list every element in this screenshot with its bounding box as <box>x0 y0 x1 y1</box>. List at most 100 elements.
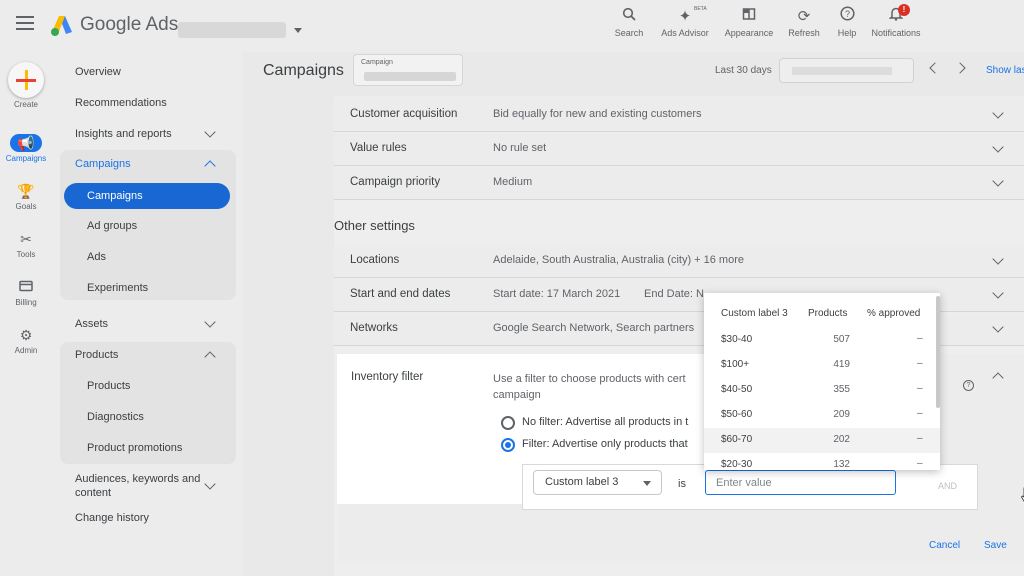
nav-item-audiences[interactable]: Audiences, keywords and content <box>75 472 205 500</box>
inventory-filter-label: Inventory filter <box>351 371 424 383</box>
and-button[interactable]: AND <box>938 481 957 491</box>
megaphone-icon: 📢 <box>10 134 42 152</box>
date-range-picker[interactable] <box>779 58 914 83</box>
dropdown-option[interactable]: $20-30 132 – <box>704 453 940 470</box>
setting-row-value-rules[interactable]: Value rules No rule set <box>334 133 1024 166</box>
dropdown-option[interactable]: $100+ 419 – <box>704 353 940 378</box>
chevron-down-icon[interactable] <box>204 126 216 138</box>
dropdown-option[interactable]: $30-40 507 – <box>704 328 940 353</box>
save-button[interactable]: Save <box>984 540 1007 551</box>
option-label: $60-70 <box>721 434 753 445</box>
chevron-left-icon[interactable] <box>929 62 941 74</box>
account-caret-icon[interactable] <box>294 28 302 33</box>
rail-item-admin[interactable]: ⚙ Admin <box>0 326 52 355</box>
chevron-down-icon[interactable] <box>992 287 1004 299</box>
create-label: Create <box>13 100 38 109</box>
other-settings-heading: Other settings <box>334 218 415 233</box>
appearance-icon <box>722 6 776 28</box>
rail-item-tools[interactable]: ✂ Tools <box>0 230 52 259</box>
option-approved: – <box>917 383 923 394</box>
chevron-down-icon[interactable] <box>204 478 216 490</box>
create-button[interactable] <box>8 62 44 98</box>
header-appearance-button[interactable]: Appearance <box>722 6 776 46</box>
dropdown-option[interactable]: $40-50 355 – <box>704 378 940 403</box>
top-header: Google Ads Search BETA ✦ Ads Advisor App… <box>0 0 1024 52</box>
setting-value: No rule set <box>493 142 547 154</box>
dropdown-header-products: Products <box>808 308 848 319</box>
inventory-filter-description: Use a filter to choose products with cer… <box>493 371 713 403</box>
setting-value: Bid equally for new and existing custome… <box>493 108 702 120</box>
nav-item-products[interactable]: Products <box>87 380 130 392</box>
option-products: 202 <box>833 434 850 445</box>
cancel-button[interactable]: Cancel <box>929 540 960 551</box>
filter-radio[interactable] <box>501 438 515 452</box>
refresh-icon: ⟳ <box>797 8 811 25</box>
setting-row-customer-acquisition[interactable]: Customer acquisition Bid equally for new… <box>334 99 1024 132</box>
setting-value: Start date: 17 March 2021 <box>493 288 621 300</box>
no-filter-radio[interactable] <box>501 416 515 430</box>
rail-item-billing[interactable]: Billing <box>0 278 52 307</box>
header-notifications-button[interactable]: ! Notifications <box>868 4 924 46</box>
option-products: 132 <box>833 459 850 470</box>
gear-icon: ⚙ <box>19 327 33 343</box>
option-products: 209 <box>833 409 850 420</box>
card-icon <box>0 278 52 296</box>
rail-billing-label: Billing <box>15 298 37 307</box>
rail-item-campaigns[interactable]: 📢 Campaigns <box>0 134 52 163</box>
nav-item-campaigns-group[interactable]: Campaigns <box>75 158 131 170</box>
setting-key: Start and end dates <box>350 288 451 300</box>
header-search-button[interactable]: Search <box>612 6 646 46</box>
option-label: $50-60 <box>721 409 753 420</box>
trophy-icon: 🏆 <box>17 183 35 199</box>
option-approved: – <box>917 433 923 444</box>
rail-goals-label: Goals <box>15 202 37 211</box>
option-products: 507 <box>833 334 850 345</box>
dropdown-option[interactable]: $50-60 209 – <box>704 403 940 428</box>
help-icon[interactable]: ? <box>963 380 974 391</box>
setting-value: Medium <box>493 176 533 188</box>
account-selector[interactable] <box>178 22 286 38</box>
header-help-button[interactable]: ? Help <box>834 6 860 46</box>
header-ads-advisor-button[interactable]: BETA ✦ Ads Advisor <box>658 6 712 46</box>
nav-item-insights[interactable]: Insights and reports <box>75 128 172 140</box>
nav-item-recommendations[interactable]: Recommendations <box>75 97 167 109</box>
nav-item-campaigns-active[interactable]: Campaigns <box>64 183 230 209</box>
chevron-down-icon[interactable] <box>992 141 1004 153</box>
nav-item-experiments[interactable]: Experiments <box>87 282 148 294</box>
dropdown-caret-icon[interactable] <box>643 481 651 486</box>
nav-item-change-history[interactable]: Change history <box>75 512 149 524</box>
chevron-down-icon[interactable] <box>992 107 1004 119</box>
campaign-selector[interactable]: Campaign <box>353 54 463 86</box>
rail-item-goals[interactable]: 🏆 Goals <box>0 182 52 211</box>
setting-key: Campaign priority <box>350 176 441 188</box>
option-label: $100+ <box>721 359 750 370</box>
description-line-2: campaign <box>493 389 541 401</box>
show-last-link[interactable]: Show last <box>986 65 1024 76</box>
filter-label[interactable]: Filter: Advertise only products that <box>522 438 688 450</box>
nav-item-ads[interactable]: Ads <box>87 251 106 263</box>
help-icon: ? <box>834 6 860 28</box>
nav-item-diagnostics[interactable]: Diagnostics <box>87 411 144 423</box>
setting-row-campaign-priority[interactable]: Campaign priority Medium <box>334 167 1024 200</box>
hand-cursor-icon <box>1020 487 1024 503</box>
nav-item-overview[interactable]: Overview <box>75 66 121 78</box>
header-refresh-button[interactable]: ⟳ Refresh <box>786 6 822 46</box>
chevron-right-icon[interactable] <box>954 62 966 74</box>
chevron-down-icon[interactable] <box>992 253 1004 265</box>
setting-row-locations[interactable]: Locations Adelaide, South Australia, Aus… <box>334 245 1024 278</box>
dropdown-scrollbar[interactable] <box>936 296 940 408</box>
chevron-down-icon[interactable] <box>992 175 1004 187</box>
nav-item-ad-groups[interactable]: Ad groups <box>87 220 137 232</box>
bell-icon <box>868 6 924 28</box>
menu-icon[interactable] <box>16 16 34 30</box>
chevron-down-icon[interactable] <box>204 316 216 328</box>
dropdown-option[interactable]: $60-70 202 – <box>704 428 940 453</box>
nav-item-assets[interactable]: Assets <box>75 318 108 330</box>
filter-value-input[interactable] <box>705 470 896 495</box>
nav-item-product-promotions[interactable]: Product promotions <box>87 442 182 454</box>
campaign-selector-label: Campaign <box>361 59 393 66</box>
chevron-down-icon[interactable] <box>992 321 1004 333</box>
no-filter-label[interactable]: No filter: Advertise all products in t <box>522 416 688 428</box>
campaign-selector-value <box>364 72 456 81</box>
nav-item-products-group[interactable]: Products <box>75 349 118 361</box>
